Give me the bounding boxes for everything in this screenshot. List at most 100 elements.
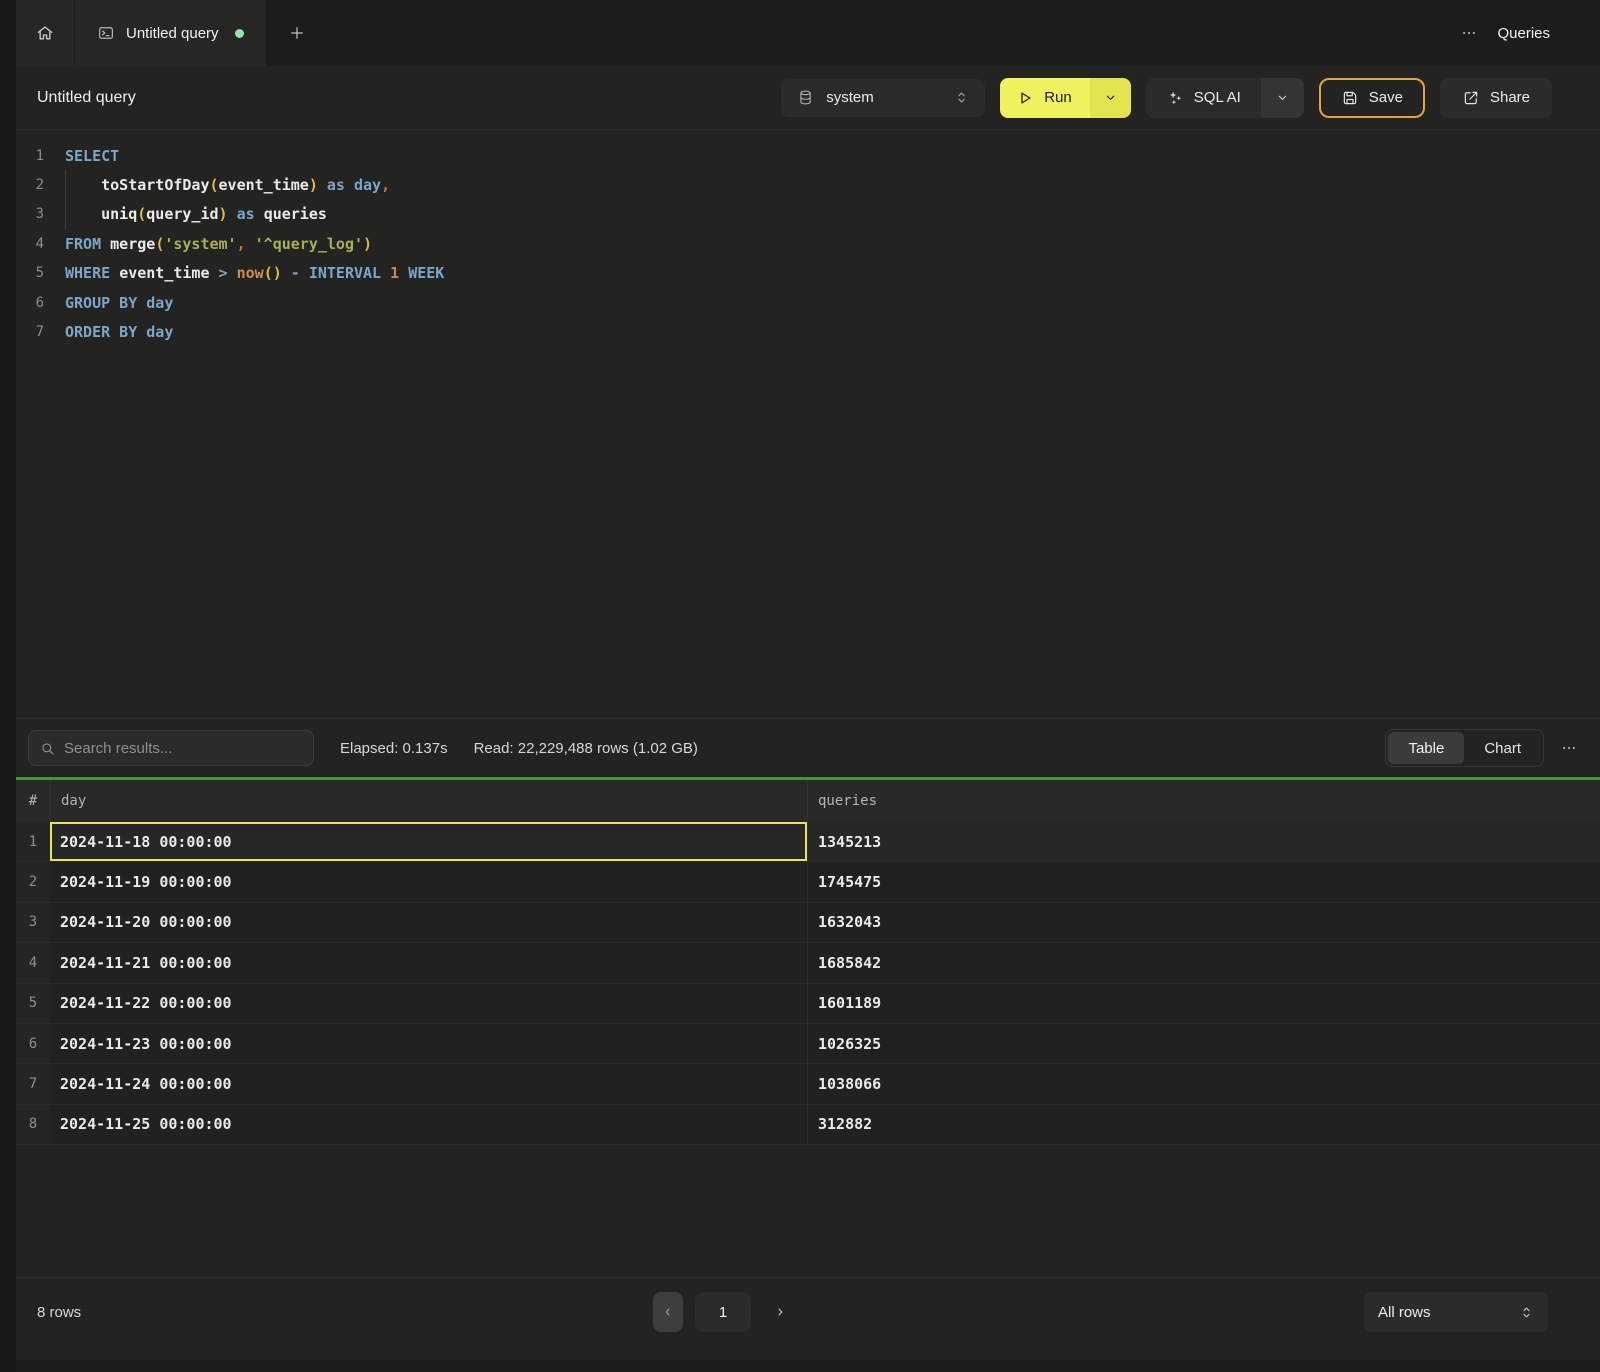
queries-link[interactable]: Queries bbox=[1497, 25, 1550, 42]
table-row: 32024-11-20 00:00:001632043 bbox=[16, 903, 1600, 943]
toolbar-actions: system Run bbox=[781, 78, 1552, 118]
cell-row-number: 4 bbox=[16, 943, 50, 982]
code-text: SELECT bbox=[44, 141, 119, 170]
cell-queries[interactable]: 1632043 bbox=[808, 903, 1600, 942]
code-token: day bbox=[146, 323, 173, 341]
cell-queries[interactable]: 1345213 bbox=[808, 822, 1600, 861]
sql-ai-options-button[interactable] bbox=[1261, 78, 1304, 118]
run-label: Run bbox=[1044, 89, 1072, 106]
run-options-button[interactable] bbox=[1090, 78, 1131, 118]
col-header-queries[interactable]: queries bbox=[808, 780, 1600, 822]
page-title: Untitled query bbox=[37, 89, 136, 107]
code-token: as bbox=[327, 176, 345, 194]
cell-queries[interactable]: 1026325 bbox=[808, 1024, 1600, 1063]
code-token bbox=[318, 176, 327, 194]
col-header-index[interactable]: # bbox=[16, 780, 50, 822]
line-number: 5 bbox=[16, 265, 44, 281]
current-page-button[interactable]: 1 bbox=[695, 1292, 751, 1332]
updown-chevron-icon bbox=[1519, 1305, 1534, 1320]
page-size-value: All rows bbox=[1378, 1304, 1431, 1321]
cell-row-number: 8 bbox=[16, 1105, 50, 1144]
elapsed-stat: Elapsed: 0.137s bbox=[340, 740, 448, 757]
database-name: system bbox=[826, 89, 874, 106]
view-chart-button[interactable]: Chart bbox=[1464, 732, 1541, 764]
sql-editor[interactable]: 1SELECT2 toStartOfDay(event_time) as day… bbox=[16, 130, 1600, 718]
database-selector[interactable]: system bbox=[781, 79, 985, 117]
new-tab-button[interactable] bbox=[266, 0, 328, 66]
code-token: > bbox=[219, 264, 228, 282]
next-page-button[interactable] bbox=[767, 1292, 793, 1332]
ellipsis-icon bbox=[1560, 739, 1578, 757]
code-line[interactable]: 3 uniq(query_id) as queries bbox=[16, 200, 1600, 229]
code-token: () bbox=[264, 264, 282, 282]
read-stat: Read: 22,229,488 rows (1.02 GB) bbox=[474, 740, 698, 757]
code-line[interactable]: 4FROM merge('system', '^query_log') bbox=[16, 229, 1600, 258]
results-empty-area bbox=[16, 1145, 1600, 1277]
cell-queries[interactable]: 1601189 bbox=[808, 984, 1600, 1023]
home-button[interactable] bbox=[16, 0, 75, 66]
code-line[interactable]: 5WHERE event_time > now() - INTERVAL 1 W… bbox=[16, 259, 1600, 288]
code-token: merge bbox=[110, 235, 155, 253]
cell-queries[interactable]: 312882 bbox=[808, 1105, 1600, 1144]
cell-queries[interactable]: 1685842 bbox=[808, 943, 1600, 982]
search-results-input[interactable] bbox=[64, 740, 303, 757]
run-button[interactable]: Run bbox=[1000, 78, 1090, 118]
code-token bbox=[110, 264, 119, 282]
table-row: 52024-11-22 00:00:001601189 bbox=[16, 984, 1600, 1024]
cell-day[interactable]: 2024-11-21 00:00:00 bbox=[50, 943, 808, 982]
chevron-left-icon bbox=[661, 1305, 675, 1319]
code-token bbox=[65, 205, 101, 223]
code-line[interactable]: 1SELECT bbox=[16, 141, 1600, 170]
share-button[interactable]: Share bbox=[1440, 78, 1552, 118]
code-token: ) bbox=[219, 205, 228, 223]
chevron-right-icon bbox=[773, 1305, 787, 1319]
sql-ai-button-group: SQL AI bbox=[1146, 78, 1304, 118]
code-token bbox=[246, 235, 255, 253]
code-token: day bbox=[354, 176, 381, 194]
cell-day[interactable]: 2024-11-22 00:00:00 bbox=[50, 984, 808, 1023]
code-line[interactable]: 7ORDER BY day bbox=[16, 317, 1600, 346]
code-line[interactable]: 2 toStartOfDay(event_time) as day, bbox=[16, 170, 1600, 199]
code-token bbox=[101, 235, 110, 253]
code-token: ( bbox=[155, 235, 164, 253]
table-row: 72024-11-24 00:00:001038066 bbox=[16, 1064, 1600, 1104]
cell-day[interactable]: 2024-11-20 00:00:00 bbox=[50, 903, 808, 942]
code-text: uniq(query_id) as queries bbox=[44, 200, 327, 229]
search-icon bbox=[39, 740, 56, 757]
line-number: 3 bbox=[16, 206, 44, 222]
chevron-down-icon bbox=[1103, 90, 1118, 105]
cell-day[interactable]: 2024-11-18 00:00:00 bbox=[50, 822, 808, 861]
code-token: , bbox=[381, 176, 390, 194]
tab-options-button[interactable] bbox=[1456, 20, 1482, 46]
tab-untitled-query[interactable]: Untitled query bbox=[75, 0, 266, 66]
cell-day[interactable]: 2024-11-25 00:00:00 bbox=[50, 1105, 808, 1144]
code-token: '^query_log' bbox=[255, 235, 363, 253]
ellipsis-icon bbox=[1460, 24, 1478, 42]
code-token: - bbox=[291, 264, 300, 282]
cell-day[interactable]: 2024-11-23 00:00:00 bbox=[50, 1024, 808, 1063]
code-text: FROM merge('system', '^query_log') bbox=[44, 229, 372, 258]
cell-queries[interactable]: 1745475 bbox=[808, 862, 1600, 901]
share-icon bbox=[1462, 89, 1480, 107]
chevron-down-icon bbox=[1275, 90, 1290, 105]
cell-day[interactable]: 2024-11-24 00:00:00 bbox=[50, 1064, 808, 1103]
col-header-day[interactable]: day bbox=[50, 780, 808, 822]
run-button-group: Run bbox=[1000, 78, 1131, 118]
sql-ai-label: SQL AI bbox=[1194, 89, 1241, 106]
save-button[interactable]: Save bbox=[1319, 78, 1425, 118]
code-text: toStartOfDay(event_time) as day, bbox=[44, 170, 390, 199]
code-text: WHERE event_time > now() - INTERVAL 1 WE… bbox=[44, 259, 444, 288]
code-line[interactable]: 6GROUP BY day bbox=[16, 288, 1600, 317]
view-table-button[interactable]: Table bbox=[1388, 732, 1464, 764]
sparkles-icon bbox=[1166, 89, 1184, 107]
cell-row-number: 6 bbox=[16, 1024, 50, 1063]
page-size-selector[interactable]: All rows bbox=[1364, 1292, 1548, 1332]
sql-ai-button[interactable]: SQL AI bbox=[1146, 78, 1261, 118]
cell-day[interactable]: 2024-11-19 00:00:00 bbox=[50, 862, 808, 901]
cell-queries[interactable]: 1038066 bbox=[808, 1064, 1600, 1103]
prev-page-button[interactable] bbox=[653, 1292, 683, 1332]
terminal-icon bbox=[97, 24, 115, 42]
results-options-button[interactable] bbox=[1556, 735, 1582, 761]
play-icon bbox=[1016, 89, 1034, 107]
code-token: 'system' bbox=[164, 235, 236, 253]
